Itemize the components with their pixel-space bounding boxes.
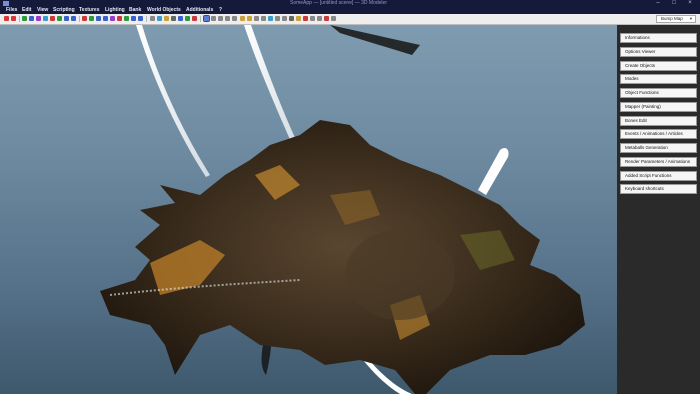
tool-icon[interactable] <box>282 16 287 21</box>
panel-mapper-painting[interactable]: Mapper (Painting) <box>620 102 697 112</box>
tool-icon[interactable] <box>317 16 322 21</box>
redo-icon[interactable] <box>11 16 16 21</box>
undo-icon[interactable] <box>4 16 9 21</box>
select-area-icon[interactable] <box>50 16 55 21</box>
cube-icon[interactable] <box>110 16 115 21</box>
rotate-icon[interactable] <box>29 16 34 21</box>
menu-textures[interactable]: Textures <box>79 7 99 14</box>
fill-icon[interactable] <box>71 16 76 21</box>
panel-added-script-functions[interactable]: Added Script Functions <box>620 171 697 181</box>
tool-icon[interactable] <box>225 16 230 21</box>
view-icon[interactable] <box>124 16 129 21</box>
panel-options-viewer[interactable]: Options Viewer <box>620 47 697 57</box>
select-icon[interactable] <box>43 16 48 21</box>
tool-icon[interactable] <box>232 16 237 21</box>
pointer-icon[interactable] <box>57 16 62 21</box>
menu-scripting[interactable]: Scripting <box>53 7 75 14</box>
tool-icon[interactable] <box>218 16 223 21</box>
tool-icon[interactable] <box>310 16 315 21</box>
tool-icon[interactable] <box>164 16 169 21</box>
rock-crater <box>345 230 455 320</box>
tool-icon[interactable] <box>240 16 245 21</box>
scene-render <box>100 25 585 394</box>
move-icon[interactable] <box>22 16 27 21</box>
window-title: SomeApp — [untitled scene] — 3D Modeler <box>290 0 387 6</box>
menu-help[interactable]: ? <box>219 7 222 14</box>
minimize-icon[interactable]: – <box>652 0 664 7</box>
tool-icon[interactable] <box>157 16 162 21</box>
grid-icon[interactable] <box>117 16 122 21</box>
panel-events-animations[interactable]: Events / Animations / Articles <box>620 129 697 139</box>
3d-viewport[interactable] <box>0 25 617 394</box>
menu-bar: Files Edit View Scripting Textures Light… <box>0 7 700 14</box>
right-panel: Informations Options Viewer Create Objec… <box>617 25 700 394</box>
menu-additionals[interactable]: Additionals <box>186 7 213 14</box>
tool-icon[interactable] <box>296 16 301 21</box>
tool-icon[interactable] <box>185 16 190 21</box>
zoom-icon[interactable] <box>131 16 136 21</box>
tool-icon[interactable] <box>192 16 197 21</box>
chevron-down-icon: ▼ <box>689 16 693 21</box>
panel-create-objects[interactable]: Create Objects <box>620 61 697 71</box>
tool-icon[interactable] <box>178 16 183 21</box>
tool-icon[interactable] <box>289 16 294 21</box>
tool-icon[interactable] <box>211 16 216 21</box>
panel-object-functions[interactable]: Object Functions <box>620 88 697 98</box>
maximize-icon[interactable]: □ <box>668 0 680 7</box>
menu-files[interactable]: Files <box>6 7 17 14</box>
tool-icon[interactable] <box>324 16 329 21</box>
tool-icon[interactable] <box>247 16 252 21</box>
menu-lighting[interactable]: Lighting <box>105 7 125 14</box>
sphere-icon[interactable] <box>103 16 108 21</box>
close-icon[interactable]: × <box>684 0 696 7</box>
scale-icon[interactable] <box>36 16 41 21</box>
panel-bones-edit[interactable]: Bones Edit <box>620 116 697 126</box>
menu-view[interactable]: View <box>37 7 48 14</box>
menu-edit[interactable]: Edit <box>22 7 31 14</box>
render-mode-select[interactable]: Bump Map ▼ <box>656 15 696 23</box>
paint-icon[interactable] <box>64 16 69 21</box>
light-beam <box>244 25 296 142</box>
tool-icon[interactable] <box>275 16 280 21</box>
dark-beam <box>330 25 420 55</box>
tool-icon[interactable] <box>150 16 155 21</box>
render-icon[interactable] <box>96 16 101 21</box>
tool-icon[interactable] <box>303 16 308 21</box>
title-bar: SomeApp — [untitled scene] — 3D Modeler … <box>0 0 700 7</box>
tool-icon[interactable] <box>254 16 259 21</box>
toolbar: Bump Map ▼ <box>0 14 700 25</box>
settings-icon[interactable] <box>138 16 143 21</box>
tool-icon[interactable] <box>268 16 273 21</box>
tool-icon[interactable] <box>171 16 176 21</box>
app-icon <box>3 1 9 6</box>
menu-bank[interactable]: Bank <box>129 7 141 14</box>
camera-icon[interactable] <box>89 16 94 21</box>
tool-icon[interactable] <box>331 16 336 21</box>
render-mode-value: Bump Map <box>661 16 683 21</box>
light-beam <box>478 147 509 195</box>
panel-metaballs-generation[interactable]: Metaballs Generation <box>620 143 697 153</box>
panel-keyboard-shortcuts[interactable]: Keyboard shortcuts <box>620 184 697 194</box>
light-beam <box>136 25 210 177</box>
panel-modes[interactable]: Modes <box>620 74 697 84</box>
menu-world-objects[interactable]: World Objects <box>147 7 181 14</box>
panel-informations[interactable]: Informations <box>620 33 697 43</box>
panel-render-parameters[interactable]: Render Parameters / Animations <box>620 157 697 167</box>
active-tool-icon[interactable] <box>203 15 210 22</box>
tool-icon[interactable] <box>261 16 266 21</box>
light-icon[interactable] <box>82 16 87 21</box>
